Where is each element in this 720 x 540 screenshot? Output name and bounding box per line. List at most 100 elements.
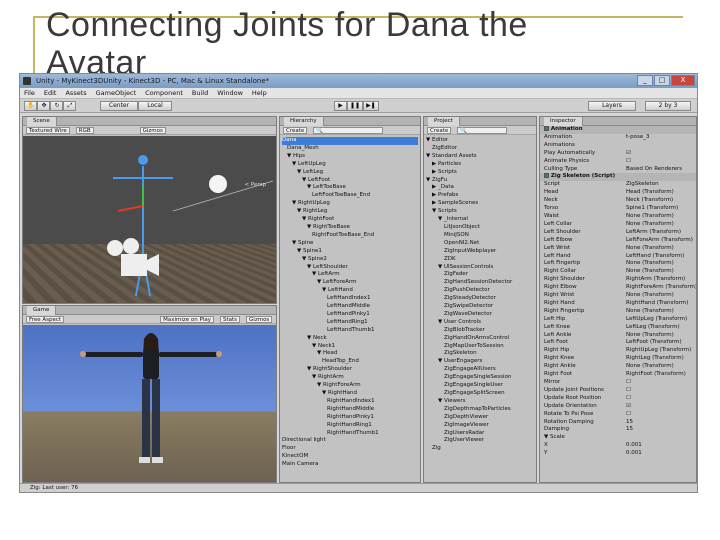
hierarchy-item[interactable]: Dana — [282, 137, 418, 145]
inspector-field-row[interactable]: Update Joint Positions ☐ — [540, 387, 696, 395]
pivot-center-button[interactable]: Center — [100, 101, 138, 111]
hierarchy-item[interactable]: ▼ RightShoulder — [282, 366, 418, 374]
project-item[interactable]: ZigDepthViewer — [426, 414, 534, 422]
project-item[interactable]: ZigInputWebplayer — [426, 248, 534, 256]
move-tool-button[interactable]: ✥ — [37, 101, 51, 111]
inspector-field-value[interactable]: ☑ — [626, 150, 696, 158]
layers-dropdown[interactable]: Layers — [588, 101, 636, 111]
project-item[interactable]: ▼ Standard Assets — [426, 153, 534, 161]
hierarchy-create-button[interactable]: Create — [283, 127, 308, 134]
project-item[interactable]: LitJsonObject — [426, 224, 534, 232]
inspector-field-row[interactable]: Culling Type Based On Renderers — [540, 166, 696, 174]
menu-edit[interactable]: Edit — [44, 88, 57, 98]
inspector-field-row[interactable]: Head Head (Transform) — [540, 189, 696, 197]
inspector-field-value[interactable]: RightHand (Transform) — [626, 300, 696, 308]
inspector-field-value[interactable]: RightForeArm (Transform) — [626, 284, 696, 292]
inspector-field-row[interactable]: Damping 15 — [540, 426, 696, 434]
menu-component[interactable]: Component — [145, 88, 183, 98]
inspector-field-row[interactable]: Animation t-pose_3 — [540, 134, 696, 142]
hierarchy-item[interactable]: ▼ Neck1 — [282, 343, 418, 351]
project-item[interactable]: ▼ ZigFu — [426, 177, 534, 185]
inspector-field-row[interactable]: Script ZigSkeleton — [540, 181, 696, 189]
menu-file[interactable]: File — [24, 88, 35, 98]
inspector-field-value[interactable]: RightUpLeg (Transform) — [626, 347, 696, 355]
inspector-field-value[interactable]: RightLeg (Transform) — [626, 355, 696, 363]
hierarchy-item[interactable]: ▼ Neck — [282, 335, 418, 343]
hierarchy-item[interactable]: ▼ RightLeg — [282, 208, 418, 216]
project-item[interactable]: ▼ _Internal — [426, 216, 534, 224]
inspector-field-row[interactable]: Y 0.001 — [540, 450, 696, 458]
project-item[interactable]: ZigEngageAllUsers — [426, 366, 534, 374]
project-item[interactable]: ZigPushDetector — [426, 287, 534, 295]
project-item[interactable]: ▶ _Data — [426, 184, 534, 192]
inspector-field-row[interactable]: Left Collar None (Transform) — [540, 221, 696, 229]
project-search-input[interactable]: 🔍 — [457, 127, 508, 134]
project-item[interactable]: ▼ Scripts — [426, 208, 534, 216]
inspector-field-row[interactable]: ▼ Scale — [540, 434, 696, 442]
hierarchy-item[interactable]: Dana_Mesh — [282, 145, 418, 153]
project-item[interactable]: ▼ User Controls — [426, 319, 534, 327]
hierarchy-item[interactable]: ▼ RightArm — [282, 374, 418, 382]
hierarchy-item[interactable]: LeftHandPinky1 — [282, 311, 418, 319]
hierarchy-item[interactable]: ▼ RightHand — [282, 390, 418, 398]
project-item[interactable]: MiniJSON — [426, 232, 534, 240]
inspector-field-value[interactable]: Spine1 (Transform) — [626, 205, 696, 213]
inspector-field-row[interactable]: Animations — [540, 142, 696, 150]
menu-gameobject[interactable]: GameObject — [96, 88, 137, 98]
project-item[interactable]: ▶ Scripts — [426, 169, 534, 177]
hierarchy-item[interactable]: RightHandRing1 — [282, 422, 418, 430]
hierarchy-item[interactable]: ▼ RightToeBase — [282, 224, 418, 232]
play-button[interactable]: ▶ — [334, 101, 347, 111]
project-item[interactable]: ▶ SampleScenes — [426, 200, 534, 208]
project-item[interactable]: ▼ UserEngagers — [426, 358, 534, 366]
inspector-field-value[interactable]: 15 — [626, 426, 696, 434]
hierarchy-item[interactable]: ▼ LeftFoot — [282, 177, 418, 185]
hierarchy-item[interactable]: LeftHandIndex1 — [282, 295, 418, 303]
skeleton-enabled-checkbox[interactable] — [544, 173, 549, 179]
scene-mode-dropdown[interactable]: Textured Wire — [26, 127, 70, 134]
hierarchy-item[interactable]: LeftFootToeBase_End — [282, 192, 418, 200]
inspector-field-row[interactable]: Mirror ☐ — [540, 379, 696, 387]
inspector-field-row[interactable]: Waist None (Transform) — [540, 213, 696, 221]
maximize-on-play-toggle[interactable]: Maximize on Play — [160, 316, 214, 323]
step-button[interactable]: ▶❚ — [363, 101, 379, 111]
hierarchy-item[interactable]: KinectOM — [282, 453, 418, 461]
project-item[interactable]: ZigHandSessionDetector — [426, 279, 534, 287]
menu-window[interactable]: Window — [217, 88, 243, 98]
inspector-field-row[interactable]: Right Wrist None (Transform) — [540, 292, 696, 300]
inspector-field-row[interactable]: Left Knee LeftLeg (Transform) — [540, 324, 696, 332]
inspector-field-row[interactable]: Left Hip LeftUpLeg (Transform) — [540, 316, 696, 324]
inspector-field-row[interactable]: Update Orientation ☑ — [540, 403, 696, 411]
inspector-field-value[interactable]: Based On Renderers — [626, 166, 696, 174]
minimize-button[interactable]: _ — [637, 75, 653, 86]
project-item[interactable]: ZigBlobTracker — [426, 327, 534, 335]
maximize-button[interactable]: □ — [654, 75, 670, 86]
project-item[interactable]: ZigEngageSingleUser — [426, 382, 534, 390]
hierarchy-item[interactable]: ▼ RightUpLeg — [282, 200, 418, 208]
inspector-field-value[interactable]: ZigSkeleton — [626, 181, 696, 189]
scene-tab[interactable]: Scene — [23, 117, 276, 126]
inspector-field-row[interactable]: Right Collar None (Transform) — [540, 268, 696, 276]
inspector-field-value[interactable]: ☑ — [626, 403, 696, 411]
inspector-field-row[interactable]: Left Wrist None (Transform) — [540, 245, 696, 253]
inspector-field-row[interactable]: Right Hip RightUpLeg (Transform) — [540, 347, 696, 355]
inspector-field-row[interactable]: Left Elbow LeftForeArm (Transform) — [540, 237, 696, 245]
project-item[interactable]: ZigFader — [426, 271, 534, 279]
project-item[interactable]: ZigSwipeDetector — [426, 303, 534, 311]
hierarchy-item[interactable]: RightHandIndex1 — [282, 398, 418, 406]
project-item[interactable]: ▶ Prefabs — [426, 192, 534, 200]
hierarchy-item[interactable]: ▼ LeftArm — [282, 271, 418, 279]
hierarchy-item[interactable]: ▼ LeftLeg — [282, 169, 418, 177]
animation-component-header[interactable]: Animation — [540, 126, 696, 134]
hierarchy-item[interactable]: ▼ RightFoot — [282, 216, 418, 224]
inspector-tab[interactable]: Inspector — [540, 117, 696, 126]
inspector-field-value[interactable]: Head (Transform) — [626, 189, 696, 197]
skeleton-component-header[interactable]: Zig Skeleton (Script) — [540, 173, 696, 182]
hierarchy-item[interactable]: ▼ LeftUpLeg — [282, 161, 418, 169]
inspector-field-row[interactable]: Left Foot LeftFoot (Transform) — [540, 339, 696, 347]
game-tab[interactable]: Game — [23, 306, 276, 315]
inspector-field-value[interactable]: LeftUpLeg (Transform) — [626, 316, 696, 324]
hierarchy-item[interactable]: Floor — [282, 445, 418, 453]
hierarchy-item[interactable]: Main Camera — [282, 461, 418, 469]
hierarchy-item[interactable]: RightHandMiddle — [282, 406, 418, 414]
